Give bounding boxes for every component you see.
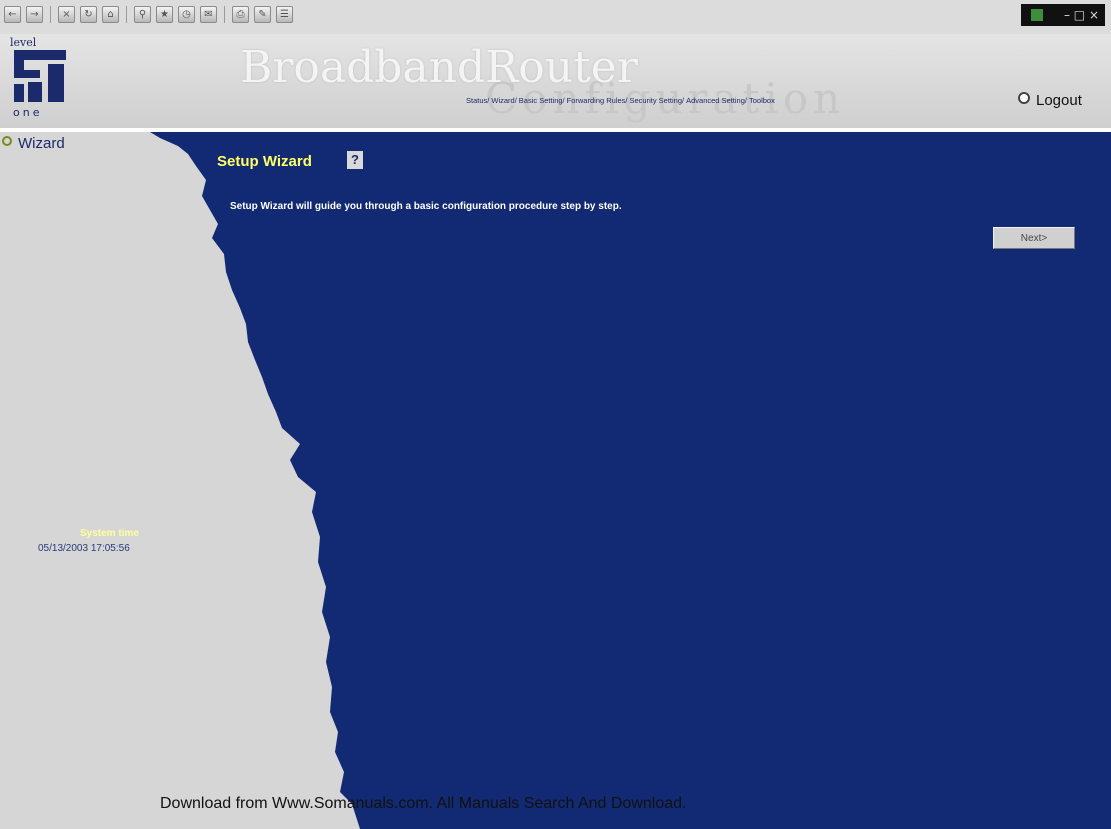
- window-controls[interactable]: – □ ×: [1021, 4, 1105, 26]
- nav-link-wizard[interactable]: Wizard/: [491, 96, 516, 105]
- home-icon[interactable]: ⌂: [102, 6, 119, 23]
- toolbar-icons: ← → × ↻ ⌂ ⚲ ★ ◷ ✉ ⎙ ✎ ☰: [4, 6, 293, 23]
- system-time-label: System time: [80, 528, 139, 539]
- print-icon[interactable]: ⎙: [232, 6, 249, 23]
- toolbar-separator: [50, 6, 51, 23]
- help-icon[interactable]: ?: [347, 151, 363, 169]
- minimize-icon[interactable]: –: [1064, 8, 1070, 22]
- radio-bullet-icon: [2, 136, 12, 146]
- system-time-value: 05/13/2003 17:05:56: [38, 543, 130, 554]
- levelone-logo[interactable]: level one: [10, 36, 72, 120]
- search-icon[interactable]: ⚲: [134, 6, 151, 23]
- logout-label: Logout: [1036, 92, 1082, 109]
- stop-icon[interactable]: ×: [58, 6, 75, 23]
- back-icon[interactable]: ←: [4, 6, 21, 23]
- discuss-icon[interactable]: ☰: [276, 6, 293, 23]
- mail-icon[interactable]: ✉: [200, 6, 217, 23]
- main-content-background: [150, 132, 1111, 829]
- header-banner: level one Configuration BroadbandRouter: [0, 34, 1111, 128]
- brand-title: BroadbandRouter: [240, 42, 638, 93]
- sidebar-item-label: Wizard: [18, 135, 65, 152]
- browser-toolbar: ← → × ↻ ⌂ ⚲ ★ ◷ ✉ ⎙ ✎ ☰ – □ ×: [0, 0, 1111, 35]
- toolbar-separator: [126, 6, 127, 23]
- logout-link[interactable]: Logout: [1018, 92, 1082, 109]
- page-title: Setup Wizard: [217, 153, 312, 170]
- close-icon[interactable]: ×: [1089, 8, 1099, 22]
- forward-icon[interactable]: →: [26, 6, 43, 23]
- top-nav: Status/Wizard/Basic Setting/Forwarding R…: [466, 96, 777, 105]
- edit-icon[interactable]: ✎: [254, 6, 271, 23]
- history-icon[interactable]: ◷: [178, 6, 195, 23]
- radio-bullet-icon: [1018, 92, 1030, 104]
- maximize-icon[interactable]: □: [1074, 8, 1085, 22]
- refresh-icon[interactable]: ↻: [80, 6, 97, 23]
- footer-watermark: Download from Www.Somanuals.com. All Man…: [160, 795, 687, 812]
- logo-bottom-text: one: [13, 106, 43, 119]
- nav-link-toolbox[interactable]: Toolbox: [749, 96, 775, 105]
- next-button[interactable]: Next>: [993, 227, 1075, 249]
- nav-link-basic-setting[interactable]: Basic Setting/: [519, 96, 565, 105]
- windows-logo-icon: [1031, 9, 1043, 21]
- nav-link-forwarding-rules[interactable]: Forwarding Rules/: [567, 96, 628, 105]
- favorites-icon[interactable]: ★: [156, 6, 173, 23]
- sidebar-item-wizard[interactable]: Wizard: [2, 135, 65, 152]
- toolbar-separator: [224, 6, 225, 23]
- wizard-description: Setup Wizard will guide you through a ba…: [230, 201, 622, 212]
- nav-link-status[interactable]: Status/: [466, 96, 489, 105]
- nav-link-advanced-setting[interactable]: Advanced Setting/: [686, 96, 747, 105]
- nav-link-security-setting[interactable]: Security Setting/: [630, 96, 685, 105]
- logo-top-text: level: [10, 36, 37, 49]
